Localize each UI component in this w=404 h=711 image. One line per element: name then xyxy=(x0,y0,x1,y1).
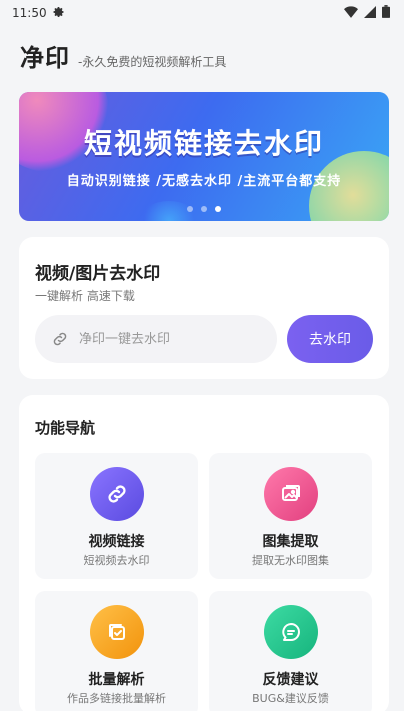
nav-tile-desc: 提取无水印图集 xyxy=(252,554,329,567)
nav-tile-gallery[interactable]: 图集提取 提取无水印图集 xyxy=(209,453,372,579)
link-input[interactable] xyxy=(79,331,249,347)
signal-icon xyxy=(364,5,376,21)
nav-title: 功能导航 xyxy=(35,419,96,437)
nav-tile-batch[interactable]: 批量解析 作品多链接批量解析 xyxy=(35,591,198,711)
nav-tile-video-link[interactable]: 视频链接 短视频去水印 xyxy=(35,453,198,579)
nav-tile-feedback[interactable]: 反馈建议 BUG&建议反馈 xyxy=(209,591,372,711)
nav-tile-label: 批量解析 xyxy=(88,672,145,688)
nav-tile-desc: 短视频去水印 xyxy=(83,554,150,567)
carousel-dots xyxy=(19,206,389,212)
remover-subtitle: 一键解析 高速下载 xyxy=(35,289,135,303)
app-title: 净印 xyxy=(20,44,70,72)
status-right xyxy=(344,5,390,21)
feature-nav-card: 功能导航 视频链接 短视频去水印 图集提取 提取无水印图集 批量解析 作品多链接… xyxy=(19,395,389,711)
app-header: 净印 -永久免费的短视频解析工具 xyxy=(20,38,226,73)
nav-tile-desc: 作品多链接批量解析 xyxy=(67,692,166,705)
status-bar: 11:50 xyxy=(0,0,404,26)
carousel-dot[interactable] xyxy=(187,206,193,212)
status-left: 11:50 xyxy=(12,6,65,21)
link-icon xyxy=(51,330,69,348)
wifi-icon xyxy=(344,5,358,21)
app-subtitle: -永久免费的短视频解析工具 xyxy=(78,55,227,69)
remove-watermark-button[interactable]: 去水印 xyxy=(287,315,373,363)
gear-icon xyxy=(53,6,65,21)
carousel-dot[interactable] xyxy=(201,206,207,212)
banner-title: 短视频链接去水印 xyxy=(83,127,324,160)
nav-tile-label: 视频链接 xyxy=(88,534,145,550)
feedback-icon xyxy=(264,605,318,659)
link-icon xyxy=(90,467,144,521)
batch-icon xyxy=(90,605,144,659)
battery-icon xyxy=(382,5,390,21)
nav-tile-desc: BUG&建议反馈 xyxy=(252,692,329,705)
carousel-dot-active[interactable] xyxy=(215,206,221,212)
banner-subtitle: 自动识别链接 /无感去水印 /主流平台都支持 xyxy=(66,174,342,189)
remover-title: 视频/图片去水印 xyxy=(35,264,161,284)
nav-tile-label: 反馈建议 xyxy=(262,672,319,688)
promo-banner[interactable]: 短视频链接去水印 自动识别链接 /无感去水印 /主流平台都支持 xyxy=(19,92,389,221)
status-time: 11:50 xyxy=(12,6,47,20)
nav-tile-label: 图集提取 xyxy=(262,534,319,550)
gallery-icon xyxy=(264,467,318,521)
watermark-remover-card: 视频/图片去水印 一键解析 高速下载 去水印 xyxy=(19,237,389,379)
link-input-wrap[interactable] xyxy=(35,315,277,363)
